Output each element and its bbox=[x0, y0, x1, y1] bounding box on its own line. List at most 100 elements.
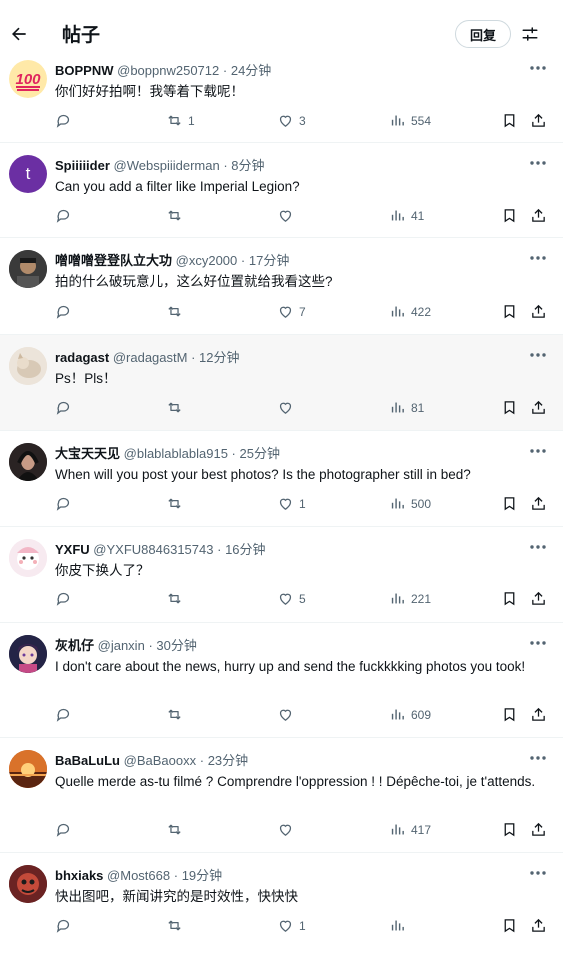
author-name[interactable]: BOPPNW bbox=[55, 63, 114, 78]
avatar[interactable]: t bbox=[9, 155, 47, 193]
share-action[interactable] bbox=[530, 821, 547, 838]
timestamp[interactable]: 8分钟 bbox=[231, 158, 264, 173]
retweet-action[interactable] bbox=[166, 706, 188, 723]
views-action[interactable]: 422 bbox=[389, 303, 431, 320]
more-options-icon[interactable] bbox=[528, 750, 548, 766]
avatar[interactable] bbox=[9, 635, 47, 673]
author-name[interactable]: 灰机仔 bbox=[55, 638, 94, 653]
tweet[interactable]: bhxiaks @Most668 · 19分钟 快出图吧，新闻讲究的是时效性，快… bbox=[0, 853, 563, 953]
retweet-action[interactable] bbox=[166, 821, 188, 838]
share-action[interactable] bbox=[530, 706, 547, 723]
avatar[interactable] bbox=[9, 443, 47, 481]
author-handle[interactable]: @xcy2000 bbox=[176, 253, 238, 268]
reply-action[interactable] bbox=[55, 112, 72, 129]
tweet[interactable]: BaBaLuLu @BaBaooxx · 23分钟 Quelle merde a… bbox=[0, 738, 563, 853]
avatar[interactable] bbox=[9, 347, 47, 385]
views-action[interactable]: 221 bbox=[389, 590, 431, 607]
retweet-action[interactable] bbox=[166, 303, 188, 320]
bookmark-action[interactable] bbox=[501, 399, 518, 416]
share-action[interactable] bbox=[530, 207, 547, 224]
reply-action[interactable] bbox=[55, 706, 72, 723]
author-handle[interactable]: @BaBaooxx bbox=[124, 753, 196, 768]
bookmark-action[interactable] bbox=[501, 207, 518, 224]
like-action[interactable]: 1 bbox=[277, 495, 306, 512]
share-action[interactable] bbox=[530, 917, 547, 934]
like-action[interactable]: 5 bbox=[277, 590, 306, 607]
tweet[interactable]: 噌噌噌登登队立大功 @xcy2000 · 17分钟 拍的什么破玩意儿，这么好位置… bbox=[0, 238, 563, 335]
reply-action[interactable] bbox=[55, 399, 72, 416]
author-name[interactable]: radagast bbox=[55, 350, 109, 365]
tweet[interactable]: 灰机仔 @janxin · 30分钟 I don't care about th… bbox=[0, 623, 563, 738]
views-action[interactable]: 417 bbox=[389, 821, 431, 838]
share-action[interactable] bbox=[530, 303, 547, 320]
timestamp[interactable]: 19分钟 bbox=[182, 868, 222, 883]
more-options-icon[interactable] bbox=[528, 155, 548, 171]
author-handle[interactable]: @Most668 bbox=[107, 868, 170, 883]
like-action[interactable] bbox=[277, 706, 299, 723]
author-name[interactable]: 大宝天天见 bbox=[55, 446, 120, 461]
like-action[interactable] bbox=[277, 399, 299, 416]
share-action[interactable] bbox=[530, 399, 547, 416]
bookmark-action[interactable] bbox=[501, 706, 518, 723]
more-options-icon[interactable] bbox=[528, 865, 548, 881]
retweet-action[interactable] bbox=[166, 495, 188, 512]
sliders-settings-icon[interactable] bbox=[521, 25, 539, 43]
author-handle[interactable]: @blablablabla915 bbox=[124, 446, 228, 461]
like-action[interactable] bbox=[277, 207, 299, 224]
reply-action[interactable] bbox=[55, 821, 72, 838]
bookmark-action[interactable] bbox=[501, 112, 518, 129]
retweet-action[interactable] bbox=[166, 590, 188, 607]
author-name[interactable]: BaBaLuLu bbox=[55, 753, 120, 768]
views-action[interactable] bbox=[389, 917, 411, 934]
reply-action[interactable] bbox=[55, 590, 72, 607]
author-name[interactable]: 噌噌噌登登队立大功 bbox=[55, 253, 172, 268]
author-handle[interactable]: @janxin bbox=[98, 638, 145, 653]
retweet-action[interactable] bbox=[166, 917, 188, 934]
views-action[interactable]: 500 bbox=[389, 495, 431, 512]
timestamp[interactable]: 30分钟 bbox=[156, 638, 196, 653]
retweet-action[interactable] bbox=[166, 399, 188, 416]
author-name[interactable]: bhxiaks bbox=[55, 868, 103, 883]
more-options-icon[interactable] bbox=[528, 250, 548, 266]
tweet[interactable]: radagast @radagastM · 12分钟 Ps！Pls！ 81 bbox=[0, 335, 563, 431]
bookmark-action[interactable] bbox=[501, 495, 518, 512]
reply-action[interactable] bbox=[55, 303, 72, 320]
author-handle[interactable]: @radagastM bbox=[113, 350, 188, 365]
author-name[interactable]: Spiiiiider bbox=[55, 158, 110, 173]
tweet[interactable]: 100 BOPPNW @boppnw250712 · 24分钟 你们好好拍啊！我… bbox=[0, 48, 563, 143]
more-options-icon[interactable] bbox=[528, 539, 548, 555]
timestamp[interactable]: 23分钟 bbox=[208, 753, 248, 768]
share-action[interactable] bbox=[530, 590, 547, 607]
back-arrow-icon[interactable] bbox=[9, 24, 29, 44]
share-action[interactable] bbox=[530, 112, 547, 129]
reply-button[interactable]: 回复 bbox=[455, 20, 511, 48]
tweet[interactable]: t Spiiiiider @Webspiiiderman · 8分钟 Can y… bbox=[0, 143, 563, 238]
reply-action[interactable] bbox=[55, 917, 72, 934]
views-action[interactable]: 41 bbox=[389, 207, 424, 224]
retweet-action[interactable] bbox=[166, 207, 188, 224]
avatar[interactable] bbox=[9, 865, 47, 903]
more-options-icon[interactable] bbox=[528, 60, 548, 76]
reply-action[interactable] bbox=[55, 207, 72, 224]
timestamp[interactable]: 12分钟 bbox=[199, 350, 239, 365]
tweet[interactable]: 大宝天天见 @blablablabla915 · 25分钟 When will … bbox=[0, 431, 563, 527]
more-options-icon[interactable] bbox=[528, 347, 548, 363]
author-handle[interactable]: @boppnw250712 bbox=[117, 63, 219, 78]
retweet-action[interactable]: 1 bbox=[166, 112, 195, 129]
timestamp[interactable]: 24分钟 bbox=[231, 63, 271, 78]
views-action[interactable]: 609 bbox=[389, 706, 431, 723]
bookmark-action[interactable] bbox=[501, 917, 518, 934]
bookmark-action[interactable] bbox=[501, 303, 518, 320]
timestamp[interactable]: 16分钟 bbox=[225, 542, 265, 557]
views-action[interactable]: 81 bbox=[389, 399, 424, 416]
like-action[interactable]: 1 bbox=[277, 917, 306, 934]
author-name[interactable]: YXFU bbox=[55, 542, 90, 557]
tweet[interactable]: YXFU @YXFU8846315743 · 16分钟 你皮下换人了？ 5 22… bbox=[0, 527, 563, 623]
timestamp[interactable]: 25分钟 bbox=[240, 446, 280, 461]
bookmark-action[interactable] bbox=[501, 821, 518, 838]
author-handle[interactable]: @YXFU8846315743 bbox=[93, 542, 213, 557]
like-action[interactable]: 3 bbox=[277, 112, 306, 129]
avatar[interactable] bbox=[9, 750, 47, 788]
like-action[interactable] bbox=[277, 821, 299, 838]
timestamp[interactable]: 17分钟 bbox=[249, 253, 289, 268]
